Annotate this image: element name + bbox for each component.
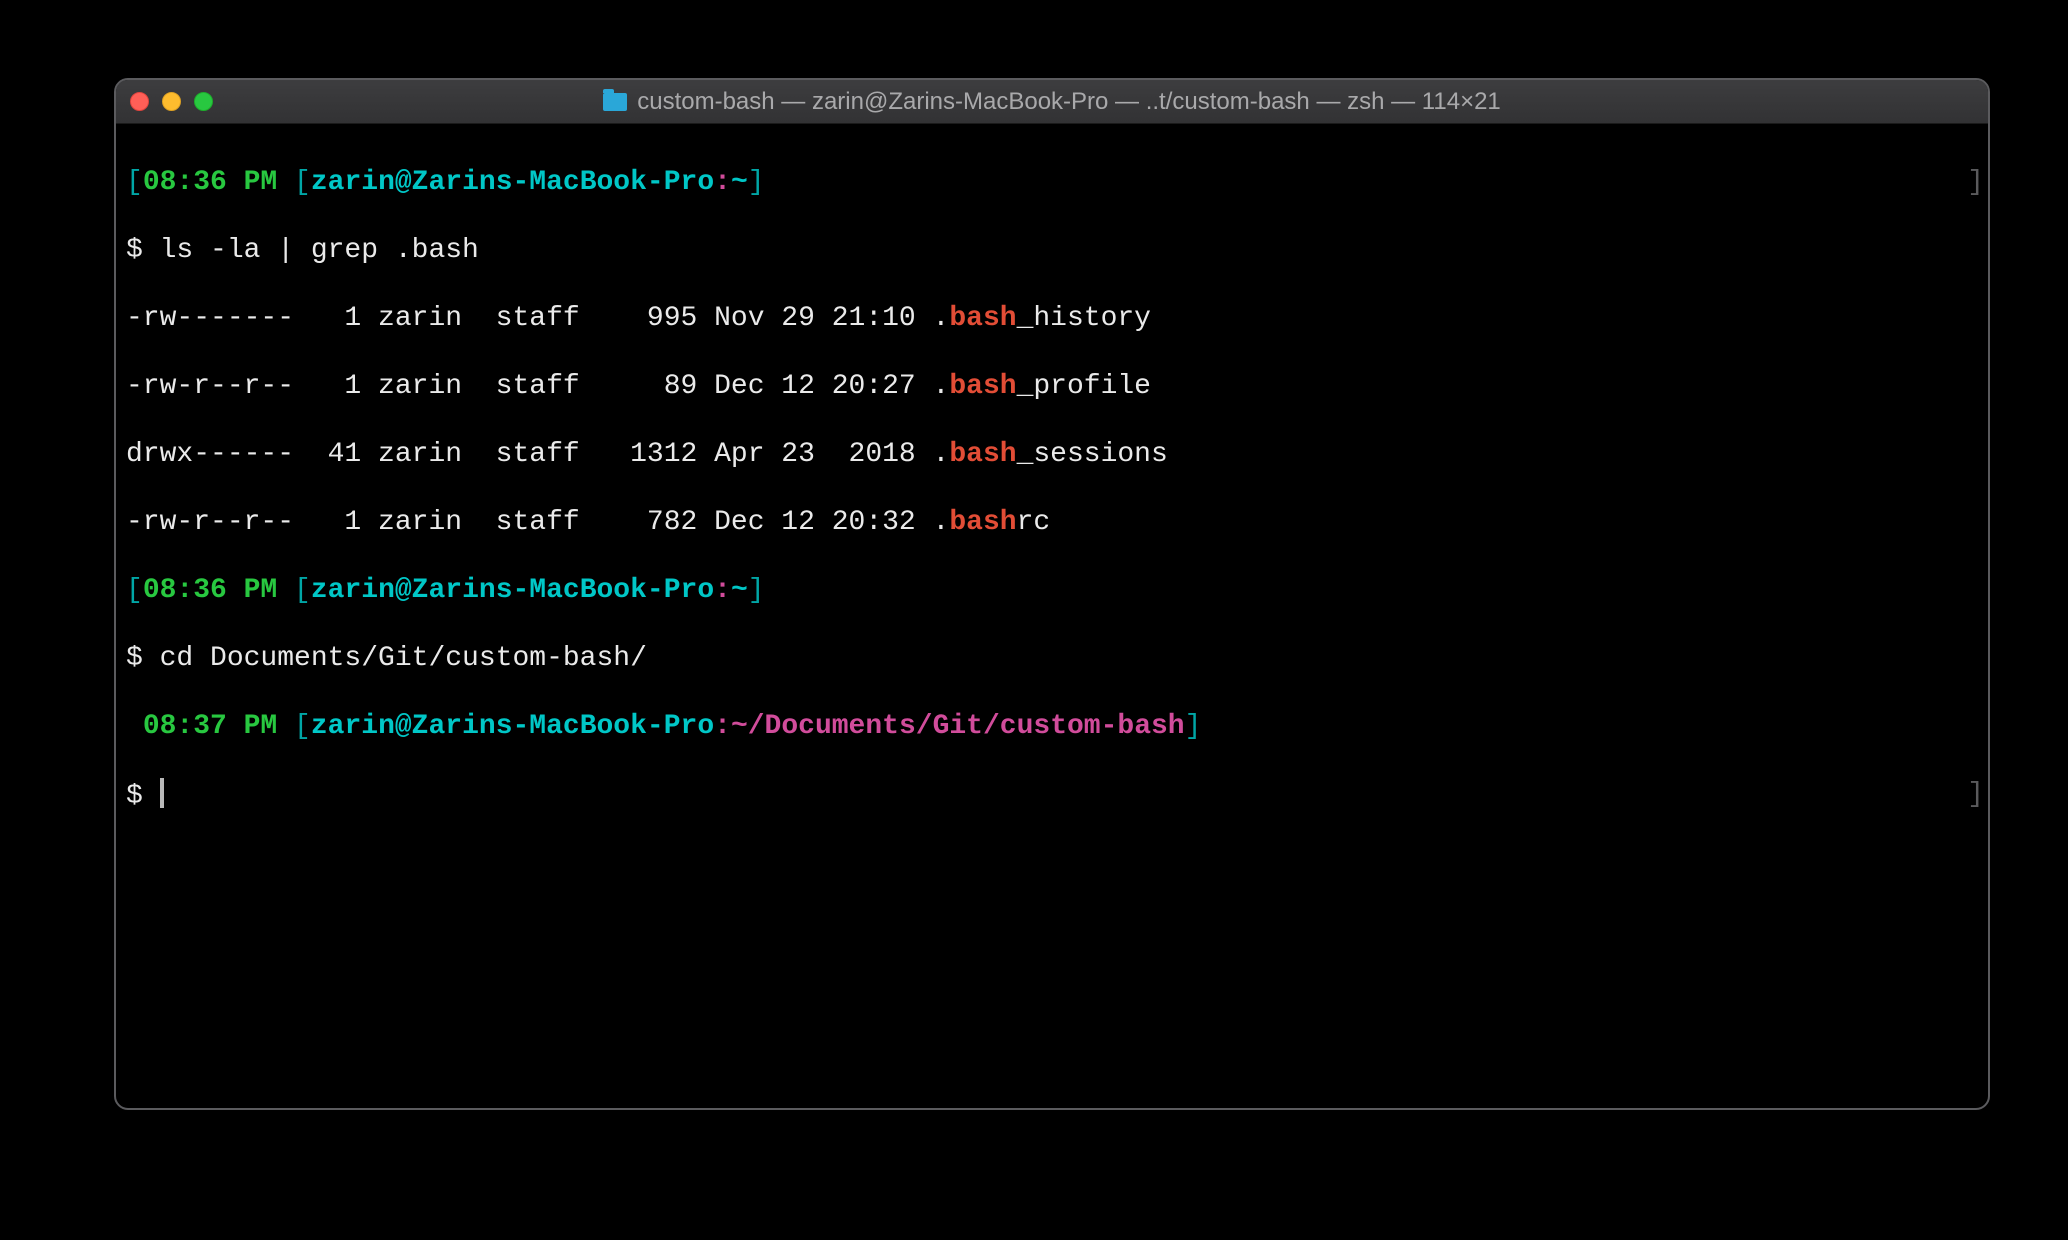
terminal-window: custom-bash — zarin@Zarins-MacBook-Pro —… [114,78,1990,1110]
user-host: zarin@Zarins-MacBook-Pro [311,711,714,742]
folder-icon [603,93,627,111]
prompt-line-3: 08:37 PM [zarin@Zarins-MacBook-Pro:~/Doc… [126,710,1978,744]
minimize-icon[interactable] [162,92,181,111]
colon: : [714,711,731,742]
window-title: custom-bash — zarin@Zarins-MacBook-Pro —… [116,88,1988,116]
bracket: ] [748,575,765,606]
grep-match: bash [949,439,1016,470]
ls-meta: -rw-r--r-- 1 zarin staff 782 Dec 12 20:3… [126,507,933,538]
ls-row: -rw-r--r-- 1 zarin staff 89 Dec 12 20:27… [126,370,1978,404]
bracket: ] [748,167,765,198]
ls-meta: drwx------ 41 zarin staff 1312 Apr 23 20… [126,439,933,470]
window-controls [130,92,213,111]
grep-match: bash [949,303,1016,334]
grep-match: bash [949,371,1016,402]
colon: : [714,167,731,198]
scrollbar-mark: ] [1967,166,1984,200]
ls-row: -rw------- 1 zarin staff 995 Nov 29 21:1… [126,302,1978,336]
bracket: [ [294,575,311,606]
bracket: [ [294,167,311,198]
ls-meta: -rw-r--r-- 1 zarin staff 89 Dec 12 20:27 [126,371,933,402]
timestamp: 08:36 PM [143,575,277,606]
ls-meta: -rw------- 1 zarin staff 995 Nov 29 21:1… [126,303,933,334]
timestamp: 08:37 PM [143,711,277,742]
maximize-icon[interactable] [194,92,213,111]
bracket: [ [126,167,143,198]
cwd: ~ [731,167,748,198]
user-host: zarin@Zarins-MacBook-Pro [311,575,714,606]
prompt-line-1: [08:36 PM [zarin@Zarins-MacBook-Pro:~]] [126,166,1978,200]
prompt-input-line[interactable]: $ ] [126,778,1978,814]
command-line: $ ls -la | grep .bash [126,234,1978,268]
timestamp: 08:36 PM [143,167,277,198]
prompt-line-2: [08:36 PM [zarin@Zarins-MacBook-Pro:~] [126,574,1978,608]
terminal-body[interactable]: [08:36 PM [zarin@Zarins-MacBook-Pro:~]] … [116,124,1988,892]
cursor-icon [160,778,164,808]
bracket: [ [126,575,143,606]
command-line: $ cd Documents/Git/custom-bash/ [126,642,1978,676]
bracket: [ [294,711,311,742]
user-host: zarin@Zarins-MacBook-Pro [311,167,714,198]
prompt-symbol: $ [126,781,160,812]
title-text: custom-bash — zarin@Zarins-MacBook-Pro —… [637,88,1501,116]
ls-row: -rw-r--r-- 1 zarin staff 782 Dec 12 20:3… [126,506,1978,540]
colon: : [714,575,731,606]
close-icon[interactable] [130,92,149,111]
cwd: ~ [731,575,748,606]
scrollbar-mark: ] [1967,778,1984,812]
titlebar[interactable]: custom-bash — zarin@Zarins-MacBook-Pro —… [116,80,1988,124]
grep-match: bash [949,507,1016,538]
bracket: ] [1185,711,1202,742]
ls-row: drwx------ 41 zarin staff 1312 Apr 23 20… [126,438,1978,472]
cwd: ~/Documents/Git/custom-bash [731,711,1185,742]
